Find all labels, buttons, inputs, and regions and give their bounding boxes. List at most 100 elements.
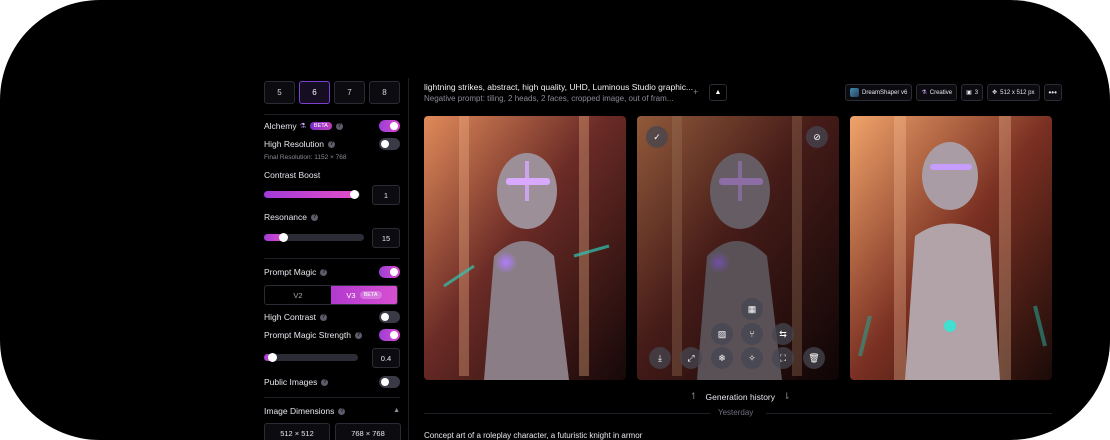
count-option-5[interactable]: 5 — [264, 81, 295, 104]
chevron-up-icon[interactable]: ▲ — [393, 407, 400, 414]
help-icon[interactable]: ? — [311, 213, 319, 221]
prompt-magic-strength-label: Prompt Magic Strength — [264, 330, 351, 340]
trash-icon[interactable]: 🗑 — [803, 347, 825, 369]
contrast-boost-row: Contrast Boost — [264, 170, 400, 180]
divider — [766, 413, 1052, 414]
previous-generation-prompt[interactable]: Concept art of a roleplay character, a f… — [424, 431, 642, 440]
prompt-magic-row: Prompt Magic ? — [264, 266, 400, 278]
help-icon[interactable]: ? — [338, 407, 346, 415]
move-icon: ✥ — [992, 90, 998, 96]
public-images-toggle[interactable] — [379, 376, 400, 388]
high-resolution-toggle[interactable] — [379, 138, 400, 150]
hover-overlay — [637, 116, 839, 380]
knight-artwork — [424, 116, 626, 380]
prompt-magic-strength-value[interactable]: 0.4 — [372, 348, 400, 368]
generated-image-3[interactable] — [850, 116, 1052, 380]
high-contrast-toggle[interactable] — [379, 311, 400, 323]
prompt-magic-version-selector: V2 V3 BETA — [264, 285, 398, 305]
help-icon[interactable]: ? — [320, 268, 328, 276]
image-dimensions-options: 512 × 512 768 × 768 — [264, 423, 401, 440]
count-option-8[interactable]: 8 — [369, 81, 400, 104]
count-option-6[interactable]: 6 — [299, 81, 330, 104]
model-thumbnail — [850, 88, 859, 97]
high-resolution-row: High Resolution ? — [264, 138, 400, 150]
swap-icon[interactable]: ⇆ — [772, 323, 794, 345]
qr-code-icon[interactable]: ▦ — [741, 298, 763, 320]
image-count: 3 — [974, 89, 979, 96]
plus-icon[interactable]: + — [693, 87, 698, 97]
prompt-magic-strength-toggle[interactable] — [379, 329, 400, 341]
contrast-boost-slider[interactable] — [264, 190, 360, 199]
download-icon[interactable]: ⤓ — [649, 347, 671, 369]
branch-icon[interactable]: ⑂ — [741, 323, 763, 345]
image-dimensions-row: Image Dimensions ? — [264, 406, 400, 416]
divider — [264, 114, 400, 115]
resonance-value[interactable]: 15 — [372, 228, 400, 248]
prompt-magic-strength-slider[interactable] — [264, 353, 358, 362]
snowflake-icon[interactable]: ❄ — [711, 347, 733, 369]
beta-badge: BETA — [359, 291, 382, 299]
generation-prompt[interactable]: lightning strikes, abstract, high qualit… — [424, 82, 694, 92]
count-option-7[interactable]: 7 — [334, 81, 365, 104]
dimension-768-button[interactable]: 768 × 768 — [335, 423, 401, 440]
hide-icon[interactable]: ⊘ — [806, 126, 828, 148]
expand-icon[interactable]: ⤢ — [680, 347, 702, 369]
help-icon[interactable]: ? — [319, 313, 327, 321]
count-chip[interactable]: ▣ 3 — [961, 84, 984, 101]
slider-handle[interactable] — [268, 353, 277, 362]
generation-history[interactable]: ↿ Generation history ⇂ — [690, 391, 791, 402]
arrow-down-icon: ⇂ — [783, 391, 791, 401]
alchemy-label: Alchemy — [264, 121, 297, 131]
version-v2-button[interactable]: V2 — [265, 286, 331, 304]
divider — [264, 397, 400, 398]
help-icon[interactable]: ? — [328, 140, 336, 148]
style-chip[interactable]: ⚗ Creative — [916, 84, 958, 101]
flask-icon: ⚗ — [921, 90, 927, 96]
beta-badge: BETA — [309, 122, 332, 130]
generated-image-1[interactable] — [424, 116, 626, 380]
v2-label: V2 — [293, 290, 303, 300]
help-icon[interactable]: ? — [321, 378, 329, 386]
version-v3-button[interactable]: V3 BETA — [331, 286, 397, 304]
alchemy-toggle[interactable] — [379, 120, 400, 132]
image-count-selector: 5 6 7 8 — [264, 81, 400, 104]
contrast-boost-value[interactable]: 1 — [372, 185, 400, 205]
style-name: Creative — [929, 89, 953, 96]
resonance-slider[interactable] — [264, 233, 364, 242]
prompt-magic-label: Prompt Magic — [264, 267, 317, 277]
prompt-magic-strength-row: Prompt Magic Strength ? — [264, 329, 400, 341]
reuse-prompt-button[interactable]: ▲ — [709, 84, 727, 101]
high-contrast-label: High Contrast — [264, 312, 316, 322]
settings-panel: 5 6 7 8 Alchemy ⚗ BETA ? High Resolution… — [258, 78, 406, 440]
negative-prompt[interactable]: Negative prompt: tiling, 2 heads, 2 face… — [424, 94, 694, 103]
ellipsis-icon: ••• — [1048, 88, 1057, 97]
slider-fill — [264, 191, 355, 198]
help-icon[interactable]: ? — [354, 331, 362, 339]
generation-meta-chips: DreamShaper v6 ⚗ Creative ▣ 3 ✥ 512 x 51… — [845, 84, 1062, 101]
high-contrast-row: High Contrast ? — [264, 311, 400, 323]
more-options-button[interactable]: ••• — [1043, 84, 1062, 101]
final-resolution-text: Final Resolution: 1152 × 768 — [264, 154, 347, 161]
divider — [424, 413, 710, 414]
select-check-icon[interactable]: ✓ — [646, 126, 668, 148]
pattern-icon[interactable]: ▨ — [711, 323, 733, 345]
dimension-512-button[interactable]: 512 × 512 — [264, 423, 330, 440]
generated-image-2[interactable]: ✓ ⊘ ▦ ▨ ⑂ ⇆ ⤓ ⤢ ❄ ✧ ⛶ 🗑 — [637, 116, 839, 380]
model-chip[interactable]: DreamShaper v6 — [845, 84, 913, 101]
slider-handle[interactable] — [350, 190, 359, 199]
public-images-label: Public Images — [264, 377, 318, 387]
panel-divider — [408, 78, 409, 440]
help-icon[interactable]: ? — [335, 122, 343, 130]
sparkle-icon[interactable]: ✧ — [741, 347, 763, 369]
image-size: 512 x 512 px — [1000, 89, 1035, 96]
final-resolution-row: Final Resolution: 1152 × 768 — [264, 154, 400, 161]
crop-icon[interactable]: ⛶ — [772, 347, 794, 369]
v3-label: V3 — [346, 290, 356, 300]
size-chip[interactable]: ✥ 512 x 512 px — [987, 84, 1040, 101]
slider-handle[interactable] — [279, 233, 288, 242]
prompt-magic-toggle[interactable] — [379, 266, 400, 278]
model-name: DreamShaper v6 — [862, 89, 908, 96]
image-dimensions-label: Image Dimensions — [264, 406, 335, 416]
generation-history-label: Generation history — [705, 391, 775, 402]
arrow-up-icon: ▲ — [714, 89, 722, 96]
